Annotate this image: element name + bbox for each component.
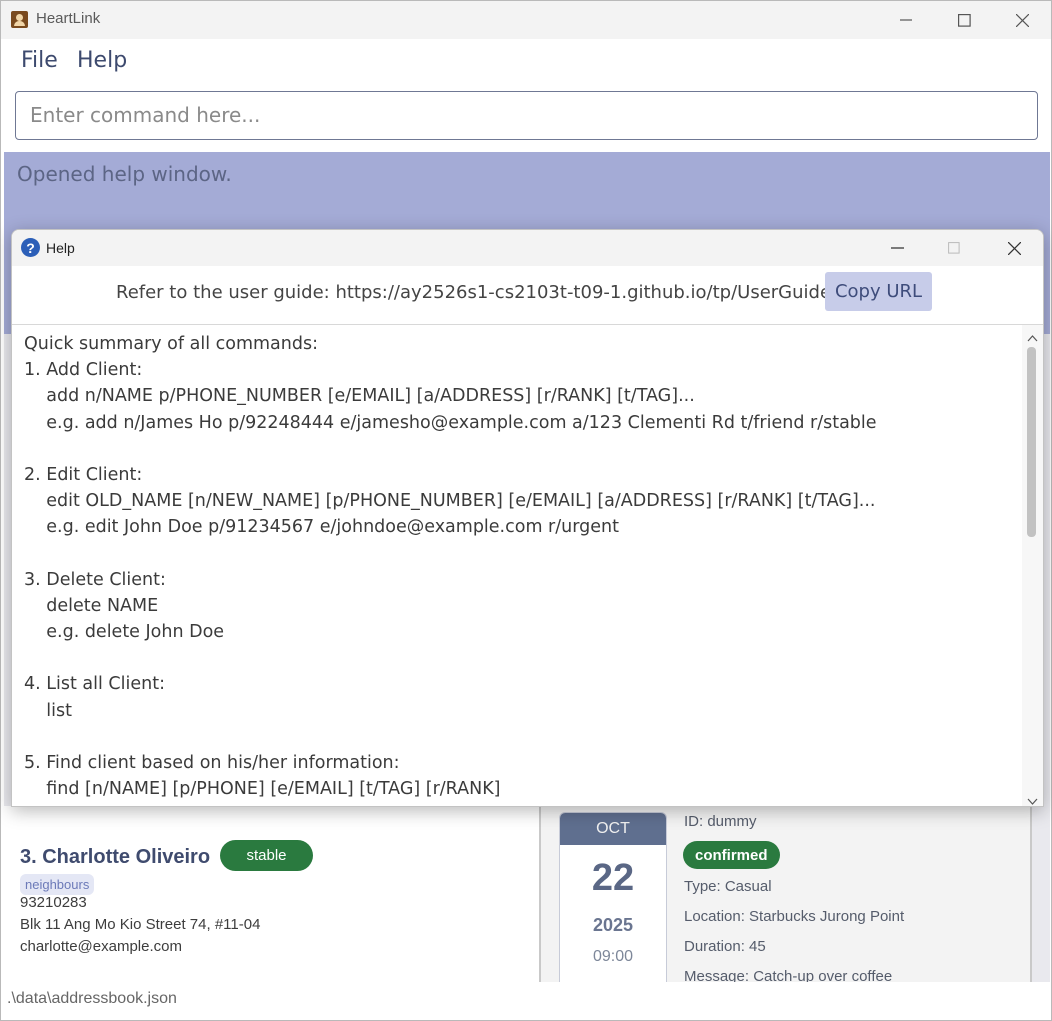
help-maximize-icon — [931, 230, 977, 267]
help-line — [24, 541, 877, 567]
help-lines: Quick summary of all commands: 1. Add Cli… — [24, 331, 877, 802]
help-scrollbar[interactable] — [1022, 325, 1043, 806]
date-month: OCT — [560, 813, 666, 845]
help-line: 3. Delete Client: — [24, 569, 166, 590]
maximize-icon[interactable] — [941, 1, 987, 39]
tag-chip: neighbours — [20, 874, 95, 895]
result-text: Opened help window. — [17, 162, 232, 186]
minimize-icon[interactable] — [883, 1, 929, 39]
scroll-down-icon[interactable] — [1027, 793, 1038, 806]
date-time: 09:00 — [592, 948, 634, 965]
help-line — [24, 645, 877, 671]
app-logo-icon — [11, 11, 28, 28]
help-line: e.g. delete John Doe — [24, 622, 225, 643]
user-guide-url: Refer to the user guide: https://ay2526s… — [116, 282, 878, 303]
person-card[interactable]: 3. Charlotte Oliveiro stable neighbours … — [1, 806, 539, 982]
status-badge: confirmed — [683, 841, 780, 869]
menu-file[interactable]: File — [21, 48, 58, 73]
rank-badge: stable — [220, 840, 313, 871]
help-line — [24, 724, 877, 750]
help-line: e.g. edit John Doe p/91234567 e/johndoe@… — [24, 517, 619, 538]
meeting-type: Type: Casual — [684, 878, 772, 895]
person-phone: 93210283 — [20, 894, 87, 911]
status-bar: .\data\addressbook.json — [1, 982, 1051, 1020]
close-icon[interactable] — [999, 1, 1045, 39]
meeting-id: ID: dummy — [684, 813, 757, 830]
help-line: 5. Find client based on his/her informat… — [24, 753, 400, 773]
help-line: edit OLD_NAME [n/NEW_NAME] [p/PHONE_NUMB… — [24, 491, 876, 512]
help-line: list — [24, 700, 72, 721]
help-title: Help — [46, 240, 75, 256]
meeting-duration: Duration: 45 — [684, 938, 766, 955]
person-email: charlotte@example.com — [20, 938, 182, 955]
title-bar: HeartLink — [1, 1, 1051, 39]
help-minimize-icon[interactable] — [874, 230, 920, 267]
menu-bar: File Help — [1, 39, 1051, 85]
command-input[interactable] — [16, 92, 1044, 137]
help-window: ? Help Refer to the user guide: https://… — [11, 229, 1044, 807]
date-year: 2025 — [592, 915, 634, 935]
help-title-bar: ? Help — [12, 230, 1043, 266]
help-line: 1. Add Client: — [24, 360, 143, 381]
help-close-icon[interactable] — [991, 230, 1037, 267]
help-line: 4. List all Client: — [24, 674, 165, 695]
save-location: .\data\addressbook.json — [7, 990, 177, 1007]
help-line: add n/NAME p/PHONE_NUMBER [e/EMAIL] [a/A… — [24, 386, 695, 407]
scroll-up-icon[interactable] — [1027, 329, 1038, 347]
help-line: find [n/NAME] [p/PHONE] [e/EMAIL] [t/TAG… — [24, 779, 501, 800]
scroll-thumb[interactable] — [1027, 347, 1036, 537]
help-command-summary: Quick summary of all commands: 1. Add Cli… — [12, 325, 1022, 806]
meeting-card[interactable]: OCT 22 2025 09:00 ID: dummy confirmed Ty… — [539, 806, 1032, 985]
date-block: OCT 22 2025 09:00 — [559, 812, 667, 984]
help-question-icon: ? — [21, 238, 40, 257]
menu-help[interactable]: Help — [77, 48, 127, 73]
help-url-bar: Refer to the user guide: https://ay2526s… — [12, 266, 1043, 325]
help-line: e.g. add n/James Ho p/92248444 e/jamesho… — [24, 412, 877, 433]
help-line — [24, 436, 877, 462]
copy-url-button[interactable]: Copy URL — [825, 272, 932, 311]
help-line: delete NAME — [24, 595, 159, 616]
date-day: 22 — [591, 857, 635, 899]
help-line: Quick summary of all commands: — [24, 334, 318, 354]
meeting-location: Location: Starbucks Jurong Point — [684, 908, 905, 925]
person-name: 3. Charlotte Oliveiro — [20, 846, 211, 868]
person-address: Blk 11 Ang Mo Kio Street 74, #11-04 — [20, 916, 261, 933]
help-line: 2. Edit Client: — [24, 464, 143, 485]
command-box — [15, 91, 1044, 140]
app-title: HeartLink — [36, 10, 101, 27]
